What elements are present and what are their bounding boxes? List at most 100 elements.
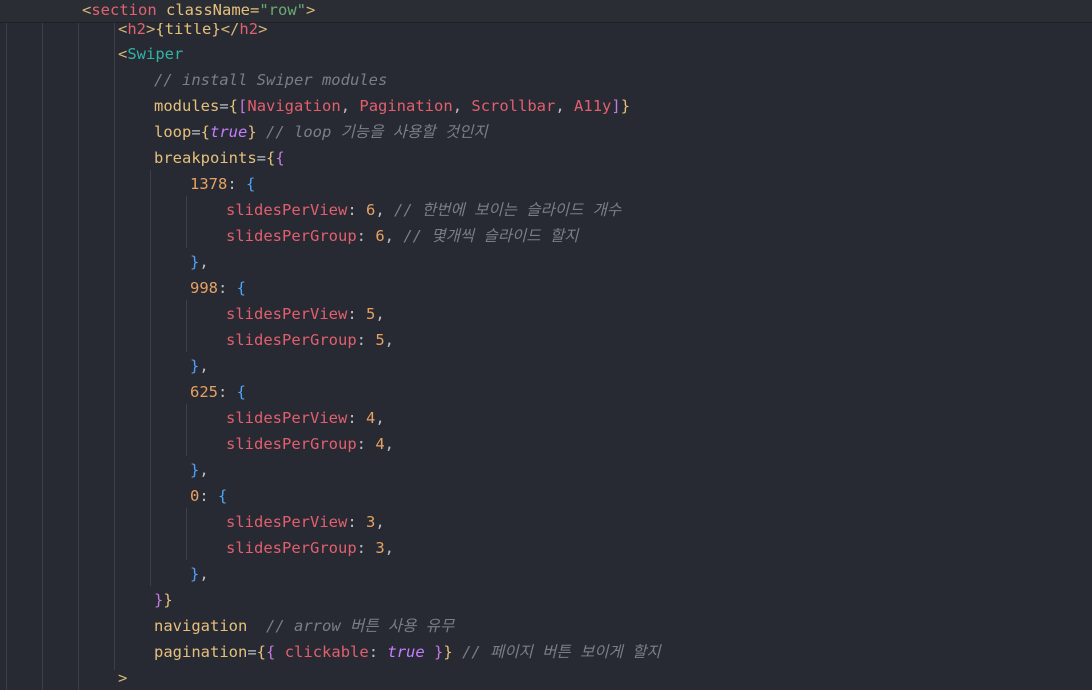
bracket: [ [238, 97, 248, 115]
separator: , [452, 97, 472, 115]
indent-guide [186, 300, 187, 352]
comma: , [384, 435, 395, 453]
number: 4 [375, 435, 385, 453]
attr-name: breakpoints [154, 149, 257, 167]
code-line[interactable]: slidesPerGroup: 3, [226, 535, 394, 561]
comma: , [199, 253, 209, 271]
code-line[interactable]: slidesPerView: 3, [226, 509, 385, 535]
colon: : [356, 435, 376, 453]
indent-guide [186, 508, 187, 560]
colon: : [356, 227, 376, 245]
comment: // arrow 버튼 사용 유무 [247, 617, 455, 635]
code-line[interactable]: navigation // arrow 버튼 사용 유무 [154, 613, 454, 639]
brace: { [200, 123, 211, 141]
tag-bracket: > [306, 1, 316, 19]
code-line[interactable]: 1378: { [190, 171, 255, 197]
brace: } [154, 591, 164, 609]
colon: : [368, 643, 388, 661]
code-line[interactable]: slidesPerView: 6, // 한번에 보이는 슬라이드 개수 [226, 197, 621, 223]
code-editor[interactable]: <section className="row"> <h2>{title}</h… [0, 0, 1092, 690]
brace: { [266, 149, 276, 167]
code-line[interactable]: 998: { [190, 275, 246, 301]
comma: , [384, 539, 395, 557]
colon: : [199, 487, 219, 505]
breakpoint-key: 625 [190, 383, 218, 401]
tag-bracket: < [82, 1, 92, 19]
tag-bracket: > [118, 669, 128, 687]
code-line[interactable]: // install Swiper modules [154, 67, 387, 93]
colon: : [347, 409, 366, 427]
code-line[interactable]: }, [190, 249, 209, 275]
indent-guide [6, 0, 7, 690]
brace: { [246, 175, 256, 193]
code-line-section[interactable]: <section className="row"> [82, 0, 315, 23]
breakpoint-key: 0 [190, 487, 200, 505]
brace: { [228, 97, 239, 115]
property-name: slidesPerView [226, 409, 348, 427]
code-line[interactable]: 0: { [190, 483, 227, 509]
code-line[interactable]: slidesPerView: 5, [226, 301, 385, 327]
code-line[interactable]: pagination={{ clickable: true }} // 페이지 … [154, 639, 661, 665]
number: 3 [366, 513, 376, 531]
comment: // install Swiper modules [154, 71, 388, 89]
indent-guide [186, 196, 187, 248]
number: 5 [366, 305, 376, 323]
comment: // loop 기능을 사용할 것인지 [256, 123, 488, 141]
property-name: slidesPerView [226, 513, 348, 531]
code-line[interactable]: slidesPerView: 4, [226, 405, 385, 431]
code-line[interactable]: <Swiper [118, 41, 183, 67]
indent-guide [114, 22, 115, 670]
colon: : [356, 331, 376, 349]
number: 6 [366, 201, 376, 219]
indent-guide [186, 404, 187, 456]
brace: } [190, 461, 200, 479]
brace: { [236, 279, 247, 297]
code-line[interactable]: 625: { [190, 379, 246, 405]
comma: , [384, 227, 395, 245]
breakpoint-key: 1378 [190, 175, 228, 193]
code-line[interactable]: }, [190, 457, 209, 483]
sticky-scope-header[interactable]: <section className="row"> [0, 0, 1092, 23]
property-name: clickable [284, 643, 369, 661]
operator: = [219, 97, 229, 115]
colon: : [347, 305, 366, 323]
colon: : [218, 279, 237, 297]
brace: } [163, 591, 173, 609]
brace: { [275, 149, 285, 167]
comma: , [375, 201, 385, 219]
code-line[interactable]: slidesPerGroup: 4, [226, 431, 394, 457]
indent-guide [42, 0, 43, 690]
code-line[interactable]: }} [154, 587, 173, 613]
operator: = [256, 149, 266, 167]
indent-guide [78, 22, 79, 690]
code-line[interactable]: breakpoints={{ [154, 145, 285, 171]
colon: : [227, 175, 246, 193]
colon: : [218, 383, 237, 401]
code-line[interactable]: }, [190, 561, 209, 587]
code-line[interactable]: > [118, 665, 127, 690]
brace: { [266, 643, 276, 661]
comma: , [199, 565, 209, 583]
module-name: Navigation [247, 97, 341, 115]
property-name: slidesPerGroup [226, 539, 357, 557]
code-line[interactable]: loop={true} // loop 기능을 사용할 것인지 [154, 119, 488, 145]
brace: } [190, 357, 200, 375]
brace: } [190, 565, 200, 583]
operator: = [191, 123, 201, 141]
indent-guide [150, 170, 151, 586]
property-name: slidesPerView [226, 201, 348, 219]
breakpoint-key: 998 [190, 279, 218, 297]
brace: { [256, 643, 267, 661]
tag-bracket: < [118, 45, 128, 63]
number: 6 [375, 227, 385, 245]
operator: = [247, 643, 257, 661]
code-line[interactable]: slidesPerGroup: 6, // 몇개씩 슬라이드 할지 [226, 223, 578, 249]
module-name: Scrollbar [471, 97, 556, 115]
colon: : [347, 201, 366, 219]
comma: , [375, 305, 385, 323]
code-line[interactable]: slidesPerGroup: 5, [226, 327, 394, 353]
code-line[interactable]: }, [190, 353, 209, 379]
property-name: slidesPerGroup [226, 227, 357, 245]
code-line[interactable]: modules={[Navigation, Pagination, Scroll… [154, 93, 630, 119]
